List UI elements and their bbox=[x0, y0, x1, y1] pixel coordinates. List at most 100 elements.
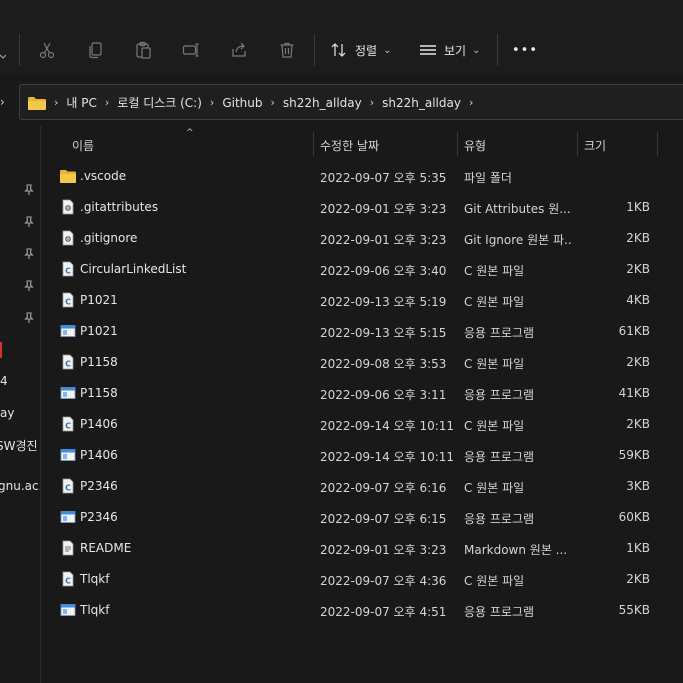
breadcrumb-repo[interactable]: sh22h_allday bbox=[283, 96, 362, 110]
column-header-type[interactable]: 유형 bbox=[464, 137, 486, 154]
nav-item-partial[interactable]: ay bbox=[0, 406, 14, 420]
breadcrumb-local-disk[interactable]: 로컬 디스크 (C:) bbox=[117, 94, 202, 111]
file-type: 응용 프로그램 bbox=[464, 605, 535, 619]
c-source-file-icon: C bbox=[60, 354, 76, 370]
address-bar[interactable]: › 내 PC › 로컬 디스크 (C:) › Github › sh22h_al… bbox=[19, 84, 683, 120]
file-name: CircularLinkedList bbox=[80, 262, 187, 276]
column-divider[interactable] bbox=[577, 132, 578, 156]
file-row[interactable]: .vscode 2022-09-07 오후 5:35 파일 폴더 bbox=[41, 161, 683, 192]
breadcrumb-repo-inner[interactable]: sh22h_allday bbox=[382, 96, 461, 110]
file-name: P1406 bbox=[80, 448, 118, 462]
file-name: P1021 bbox=[80, 324, 118, 338]
file-type: 응용 프로그램 bbox=[464, 388, 535, 402]
file-row[interactable]: README 2022-09-01 오후 3:23 Markdown 원본 ... 1… bbox=[41, 533, 683, 564]
file-type: 응용 프로그램 bbox=[464, 326, 535, 340]
chevron-right-icon[interactable]: › bbox=[105, 96, 109, 109]
c-source-file-icon: C bbox=[60, 416, 76, 432]
file-row[interactable]: .gitattributes 2022-09-01 오후 3:23 Git Attr… bbox=[41, 192, 683, 223]
new-dropdown-chevron[interactable] bbox=[0, 43, 6, 71]
sort-button[interactable]: 정렬 ⌄ bbox=[330, 36, 391, 64]
file-row[interactable]: C P1158 2022-09-08 오후 3:53 C 원본 파일 2KB bbox=[41, 347, 683, 378]
nav-item-partial[interactable]: gnu.ac.k bbox=[0, 479, 40, 493]
file-size: 2KB bbox=[626, 417, 650, 431]
file-row[interactable]: P2346 2022-09-07 오후 6:15 응용 프로그램 60KB bbox=[41, 502, 683, 533]
file-size: 2KB bbox=[626, 231, 650, 245]
chevron-down-icon: ⌄ bbox=[472, 44, 481, 56]
config-file-icon bbox=[60, 230, 76, 246]
file-row[interactable]: P1406 2022-09-14 오후 10:11 응용 프로그램 59KB bbox=[41, 440, 683, 471]
file-type: Git Attributes 원... bbox=[464, 202, 571, 216]
rename-button[interactable] bbox=[182, 36, 200, 64]
file-name: README bbox=[80, 541, 132, 555]
paste-icon bbox=[136, 41, 151, 59]
file-date-modified: 2022-09-06 오후 3:40 bbox=[320, 264, 447, 278]
pin-icon[interactable] bbox=[24, 312, 34, 324]
column-divider[interactable] bbox=[457, 132, 458, 156]
file-date-modified: 2022-09-08 오후 3:53 bbox=[320, 357, 447, 371]
file-row[interactable]: C Tlqkf 2022-09-07 오후 4:36 C 원본 파일 2KB bbox=[41, 564, 683, 595]
more-options-button[interactable]: ••• bbox=[512, 36, 538, 64]
nav-item-partial[interactable]: SW경진 bbox=[0, 437, 38, 454]
file-size: 2KB bbox=[626, 355, 650, 369]
breadcrumb-github[interactable]: Github bbox=[222, 96, 262, 110]
chevron-right-icon[interactable]: › bbox=[54, 96, 58, 109]
share-button[interactable] bbox=[230, 36, 248, 64]
file-row[interactable]: C P2346 2022-09-07 오후 6:16 C 원본 파일 3KB bbox=[41, 471, 683, 502]
file-type: Markdown 원본 ... bbox=[464, 543, 568, 557]
file-row[interactable]: P1158 2022-09-06 오후 3:11 응용 프로그램 41KB bbox=[41, 378, 683, 409]
file-row[interactable]: P1021 2022-09-13 오후 5:15 응용 프로그램 61KB bbox=[41, 316, 683, 347]
view-list-icon bbox=[420, 45, 436, 55]
rename-icon bbox=[182, 43, 199, 57]
more-icon: ••• bbox=[512, 42, 539, 58]
column-header-name[interactable]: 이름 bbox=[72, 137, 94, 154]
file-row[interactable]: .gitignore 2022-09-01 오후 3:23 Git Ignore 원… bbox=[41, 223, 683, 254]
application-icon bbox=[60, 602, 76, 618]
file-type: Git Ignore 원본 파... bbox=[464, 233, 572, 247]
toolbar-separator bbox=[19, 34, 20, 66]
chevron-right-icon[interactable]: › bbox=[469, 96, 473, 109]
sort-icon bbox=[331, 43, 346, 57]
c-source-file-icon: C bbox=[60, 292, 76, 308]
chevron-right-icon[interactable]: › bbox=[210, 96, 214, 109]
markdown-file-icon bbox=[60, 540, 76, 556]
config-file-icon bbox=[60, 199, 76, 215]
folder-icon bbox=[60, 168, 76, 184]
pin-icon[interactable] bbox=[24, 216, 34, 228]
cut-button[interactable] bbox=[38, 36, 56, 64]
pin-icon[interactable] bbox=[24, 248, 34, 260]
pin-icon[interactable] bbox=[24, 184, 34, 196]
file-size: 60KB bbox=[618, 510, 650, 524]
chevron-right-icon[interactable]: › bbox=[271, 96, 275, 109]
file-name: P1158 bbox=[80, 386, 118, 400]
file-name: P1158 bbox=[80, 355, 118, 369]
file-name: .vscode bbox=[80, 169, 127, 183]
file-row[interactable]: C CircularLinkedList 2022-09-06 오후 3:40 C 원… bbox=[41, 254, 683, 285]
view-label: 보기 bbox=[444, 43, 467, 58]
breadcrumb-this-pc[interactable]: 내 PC bbox=[66, 94, 96, 111]
svg-text:C: C bbox=[65, 267, 71, 276]
copy-icon bbox=[89, 42, 102, 59]
scissors-icon bbox=[39, 42, 55, 59]
file-size: 3KB bbox=[626, 479, 650, 493]
application-icon bbox=[60, 385, 76, 401]
file-date-modified: 2022-09-01 오후 3:23 bbox=[320, 202, 447, 216]
nav-item-partial[interactable]: 4 bbox=[0, 374, 8, 388]
column-header-date[interactable]: 수정한 날짜 bbox=[320, 137, 379, 154]
file-row[interactable]: C P1406 2022-09-14 오후 10:11 C 원본 파일 2KB bbox=[41, 409, 683, 440]
column-divider[interactable] bbox=[313, 132, 314, 156]
file-name: .gitattributes bbox=[80, 200, 159, 214]
file-row[interactable]: Tlqkf 2022-09-07 오후 4:51 응용 프로그램 55KB bbox=[41, 595, 683, 626]
up-level-button[interactable]: › bbox=[0, 95, 5, 109]
pin-icon[interactable] bbox=[24, 280, 34, 292]
file-date-modified: 2022-09-07 오후 5:35 bbox=[320, 171, 447, 185]
column-header-size[interactable]: 크기 bbox=[584, 137, 606, 154]
file-date-modified: 2022-09-07 오후 6:15 bbox=[320, 512, 447, 526]
view-button[interactable]: 보기 ⌄ bbox=[419, 36, 480, 64]
column-divider[interactable] bbox=[657, 132, 658, 156]
delete-button[interactable] bbox=[278, 36, 296, 64]
file-row[interactable]: C P1021 2022-09-13 오후 5:19 C 원본 파일 4KB bbox=[41, 285, 683, 316]
copy-button[interactable] bbox=[87, 36, 105, 64]
paste-button[interactable] bbox=[134, 36, 152, 64]
chevron-right-icon[interactable]: › bbox=[370, 96, 374, 109]
file-type: C 원본 파일 bbox=[464, 295, 525, 309]
